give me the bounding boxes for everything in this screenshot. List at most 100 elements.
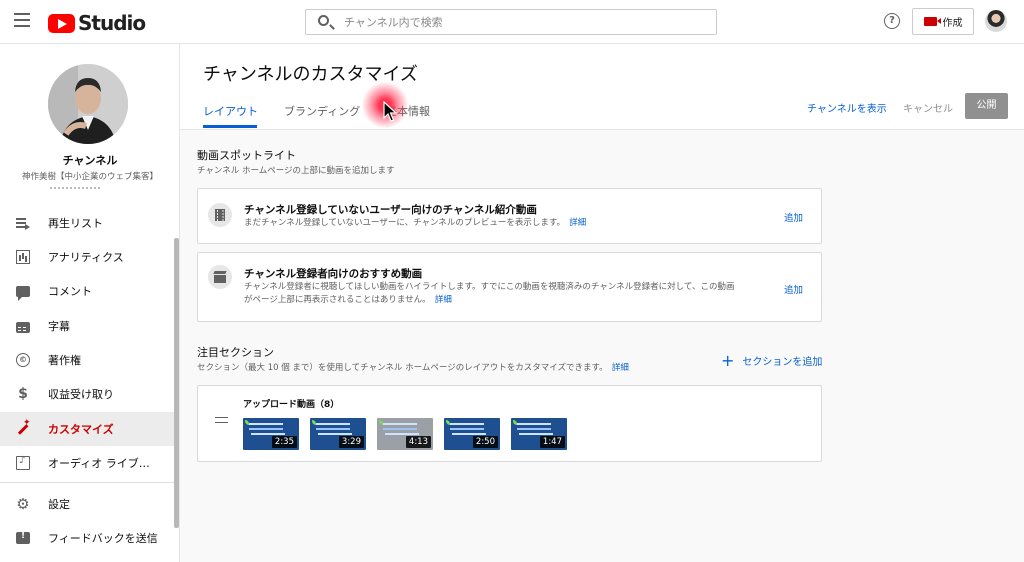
publish-button[interactable]: 公開 — [965, 93, 1008, 119]
learn-more-link[interactable]: 詳細 — [435, 295, 452, 305]
active-tab-indicator — [203, 125, 257, 128]
sidebar-item-label: カスタマイズ — [48, 423, 114, 436]
sidebar-item-audio-library[interactable]: オーディオ ライブ… — [0, 446, 175, 480]
channel-name: 神作美樹【中小企業のウェブ集客】 — [21, 172, 158, 182]
help-icon[interactable]: ? — [884, 13, 900, 29]
menu-icon[interactable] — [14, 13, 30, 29]
video-thumbnail[interactable]: 2:35 — [243, 418, 299, 450]
card-title: チャンネル登録者向けのおすすめ動画 — [244, 268, 423, 280]
thumbnail-text-graphic — [316, 423, 350, 425]
sidebar: チャンネル 神作美樹【中小企業のウェブ集客】 再生リスト アナリティクス コメン… — [0, 44, 180, 562]
channel-avatar[interactable] — [48, 64, 128, 144]
sidebar-item-customization[interactable]: カスタマイズ — [0, 412, 175, 446]
learn-more-link[interactable]: 詳細 — [569, 218, 586, 228]
view-channel-link[interactable]: チャンネルを表示 — [807, 100, 887, 115]
card-description-text: がページ上部に再表示されることはありません。 — [244, 295, 427, 305]
sidebar-item-label: オーディオ ライブ… — [48, 457, 150, 470]
tab-branding[interactable]: ブランディング — [284, 103, 360, 119]
film-icon — [208, 203, 232, 227]
gear-icon: ⚙ — [16, 495, 30, 513]
sidebar-item-subtitles[interactable]: 字幕 — [0, 309, 175, 343]
page-header: チャンネルのカスタマイズ レイアウト ブランディング 基本情報 チャンネルを表示… — [180, 44, 1024, 130]
thumbnail-text-graphic — [383, 423, 417, 425]
thumbnail-text-graphic — [249, 423, 283, 425]
featured-video-card: チャンネル登録者向けのおすすめ動画 チャンネル登録者に視聴してほしい動画をハイラ… — [197, 252, 822, 322]
clapperboard-icon — [208, 265, 232, 289]
audio-library-icon — [16, 455, 30, 470]
card-description: チャンネル登録者に視聴してほしい動画をハイライトします。すでにこの動画を視聴済み… — [244, 281, 734, 307]
featured-section-description: セクション（最大 10 個 まで）を使用してチャンネル ホームページのレイアウト… — [197, 361, 629, 373]
card-description-line-2: がページ上部に再表示されることはありません。 詳細 — [244, 294, 734, 307]
sidebar-item-comments[interactable]: コメント — [0, 274, 175, 308]
feedback-icon — [16, 531, 30, 544]
sidebar-item-feedback[interactable]: フィードバックを送信 — [0, 521, 175, 555]
video-thumbnail[interactable]: 4:13 — [377, 418, 433, 450]
sidebar-item-label: 設定 — [48, 498, 70, 511]
youtube-logo-icon — [48, 13, 75, 33]
search-input[interactable] — [344, 13, 704, 31]
studio-logo[interactable]: Studio — [48, 11, 146, 35]
sidebar-item-label: コメント — [48, 285, 92, 298]
video-duration: 1:47 — [539, 436, 565, 448]
plus-icon: + — [721, 350, 735, 370]
dollar-icon: $ — [18, 386, 28, 402]
top-bar: Studio ? 作成 — [0, 0, 1024, 44]
account-avatar[interactable] — [985, 10, 1007, 32]
spotlight-section-description: チャンネル ホームページの上部に動画を追加します — [197, 166, 395, 176]
sidebar-item-label: 字幕 — [48, 320, 70, 333]
sidebar-divider — [0, 482, 175, 483]
thumbnail-text-graphic — [517, 423, 551, 425]
search-icon[interactable] — [318, 15, 329, 26]
channel-avatar-image — [48, 64, 128, 144]
main-content: チャンネルのカスタマイズ レイアウト ブランディング 基本情報 チャンネルを表示… — [180, 44, 1024, 562]
tab-layout[interactable]: レイアウト — [203, 103, 258, 119]
search-box[interactable] — [305, 9, 717, 35]
create-label: 作成 — [942, 18, 963, 29]
add-section-button[interactable]: + セクションを追加 — [721, 350, 823, 370]
comment-icon — [16, 285, 30, 301]
spotlight-section-title: 動画スポットライト — [197, 149, 296, 162]
video-duration: 4:13 — [405, 436, 431, 448]
featured-description-text: セクション（最大 10 個 まで）を使用してチャンネル ホームページのレイアウト… — [197, 363, 604, 373]
video-thumbnail[interactable]: 2:50 — [444, 418, 500, 450]
sidebar-item-label: 著作権 — [48, 354, 81, 367]
video-thumbnail[interactable]: 1:47 — [511, 418, 567, 450]
copyright-icon: © — [16, 353, 30, 367]
video-camera-icon — [923, 17, 941, 26]
add-featured-video-button[interactable]: 追加 — [784, 282, 803, 296]
sidebar-scrollbar[interactable] — [174, 238, 179, 528]
channel-title: チャンネル — [62, 154, 118, 167]
cancel-button[interactable]: キャンセル — [903, 100, 953, 115]
sidebar-item-label: アナリティクス — [48, 251, 124, 264]
scrolled-item-remnant — [50, 187, 100, 189]
mouse-cursor-icon — [383, 101, 397, 122]
card-title: チャンネル登録していないユーザー向けのチャンネル紹介動画 — [244, 204, 537, 216]
featured-section-title: 注目セクション — [197, 346, 274, 359]
card-description-line: チャンネル登録者に視聴してほしい動画をハイライトします。すでにこの動画を視聴済み… — [244, 282, 735, 292]
channel-trailer-card: チャンネル登録していないユーザー向けのチャンネル紹介動画 まだチャンネル登録して… — [197, 188, 822, 244]
sidebar-item-label: 収益受け取り — [48, 388, 114, 401]
magic-wand-icon — [16, 418, 31, 436]
learn-more-link[interactable]: 詳細 — [612, 363, 629, 373]
sidebar-item-monetization[interactable]: $ 収益受け取り — [0, 377, 175, 411]
analytics-icon — [16, 250, 30, 264]
uploads-shelf-card[interactable]: アップロード動画（8） 2:35 3:29 4:13 2:50 1:47 — [197, 385, 822, 462]
sidebar-item-analytics[interactable]: アナリティクス — [0, 240, 175, 274]
video-duration: 2:35 — [271, 436, 297, 448]
subtitles-icon — [16, 321, 30, 333]
sidebar-item-label: 再生リスト — [48, 217, 103, 230]
sidebar-item-copyright[interactable]: © 著作権 — [0, 343, 175, 377]
card-description-text: まだチャンネル登録していないユーザーに、チャンネルのプレビューを表示します。 — [244, 218, 561, 228]
add-trailer-button[interactable]: 追加 — [784, 210, 803, 224]
sidebar-item-playlists[interactable]: 再生リスト — [0, 206, 175, 240]
card-description: まだチャンネル登録していないユーザーに、チャンネルのプレビューを表示します。 詳… — [244, 217, 586, 230]
drag-handle-icon[interactable] — [215, 417, 228, 423]
sidebar-item-settings[interactable]: ⚙ 設定 — [0, 487, 175, 521]
playlist-icon — [16, 216, 30, 230]
shelf-title: アップロード動画（8） — [243, 400, 340, 410]
add-section-label: セクションを追加 — [742, 357, 823, 368]
video-thumbnail[interactable]: 3:29 — [310, 418, 366, 450]
logo-text: Studio — [78, 11, 146, 35]
create-button[interactable]: 作成 — [912, 8, 974, 35]
sidebar-item-label: フィードバックを送信 — [48, 532, 158, 545]
